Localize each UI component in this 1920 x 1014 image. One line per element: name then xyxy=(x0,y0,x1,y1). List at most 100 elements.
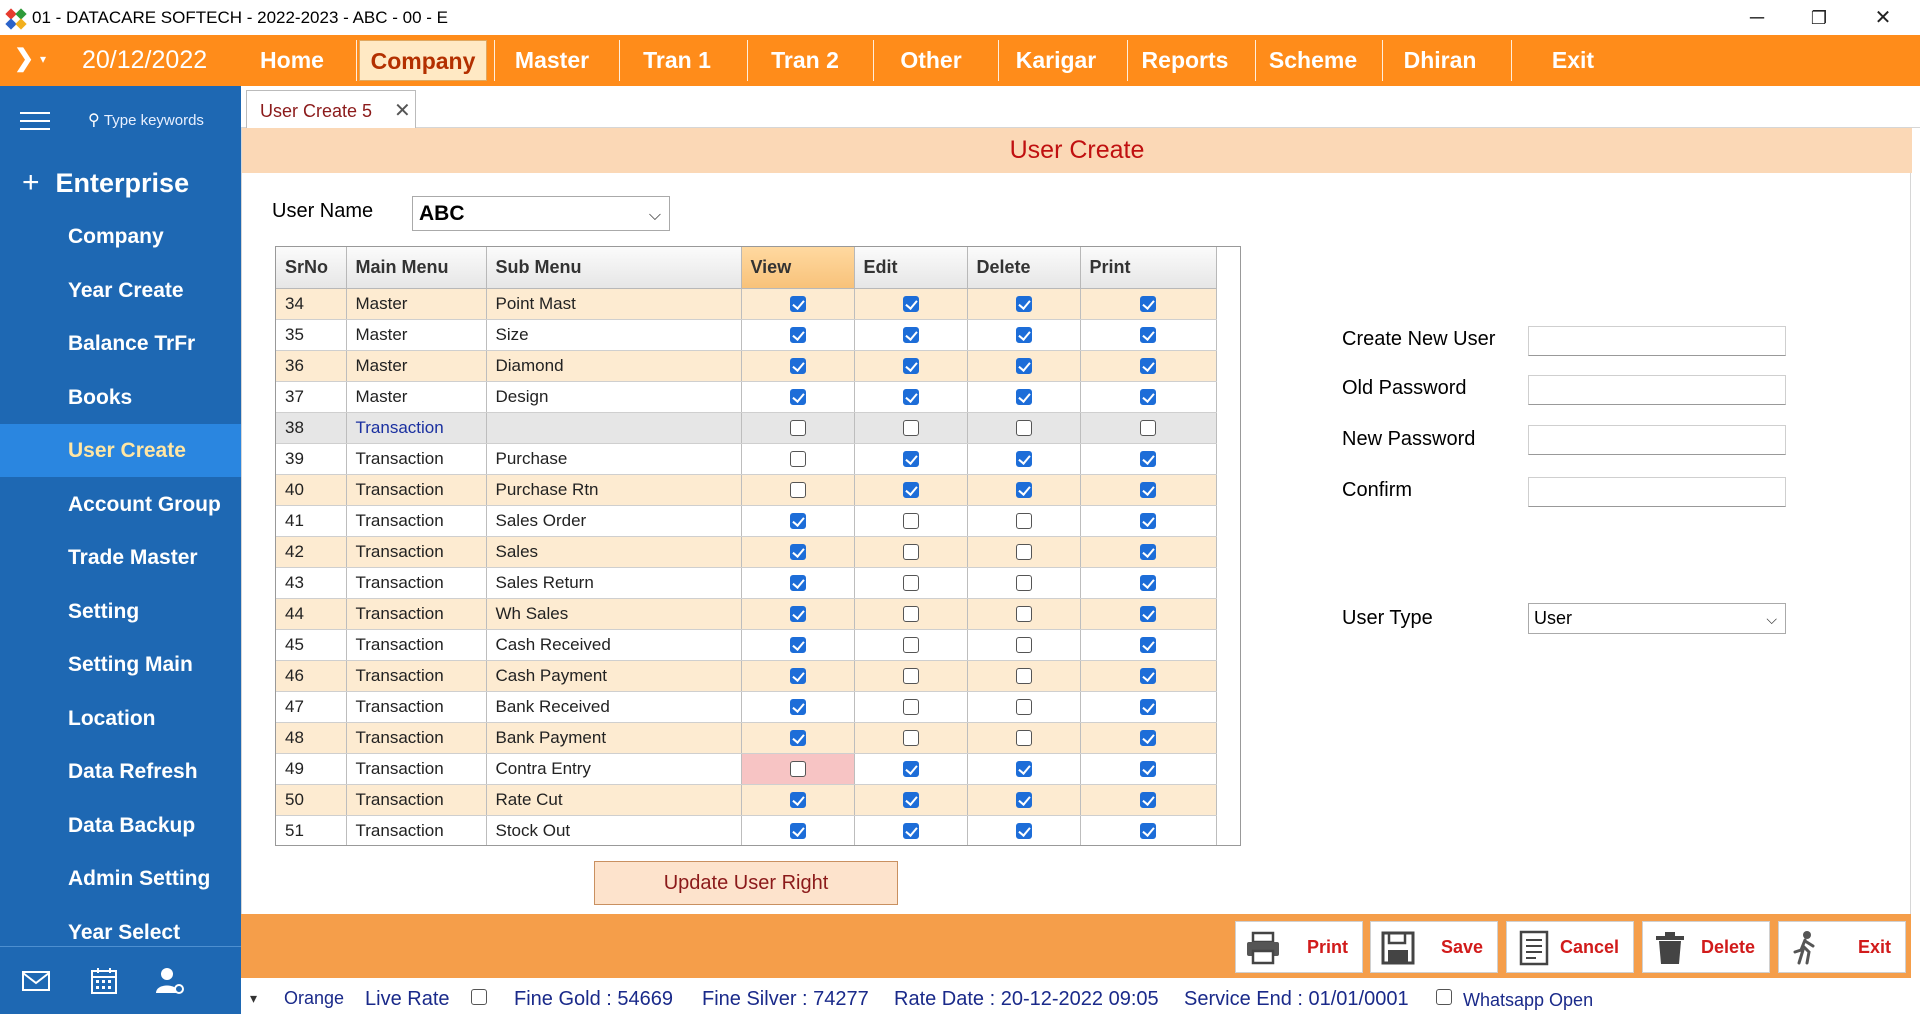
user-name-select[interactable]: ABC ⌵ xyxy=(412,196,670,231)
cell-main[interactable]: Transaction xyxy=(346,412,487,444)
edit-checkbox[interactable] xyxy=(902,575,919,592)
table-row[interactable]: 34 Master Point Mast xyxy=(276,288,1217,320)
print-checkbox[interactable] xyxy=(1140,730,1156,747)
print-checkbox[interactable] xyxy=(1140,575,1156,592)
edit-checkbox[interactable] xyxy=(902,606,919,623)
cell-sub[interactable]: Design xyxy=(486,381,742,413)
edit-checkbox[interactable] xyxy=(902,327,919,344)
menu-item-tran-1[interactable]: Tran 1 xyxy=(622,40,732,81)
sidebar-item-year-create[interactable]: Year Create xyxy=(0,264,241,317)
print-checkbox[interactable] xyxy=(1140,637,1156,654)
view-checkbox[interactable] xyxy=(789,296,806,313)
delete-button[interactable]: Delete xyxy=(1642,921,1770,973)
restore-button[interactable]: ❐ xyxy=(1796,3,1842,33)
table-row[interactable]: 36 Master Diamond xyxy=(276,350,1217,382)
update-user-right-button[interactable]: Update User Right xyxy=(594,861,898,905)
menu-item-dhiran[interactable]: Dhiran xyxy=(1385,40,1495,81)
cell-srno[interactable]: 42 xyxy=(276,536,347,568)
cell-main[interactable]: Master xyxy=(346,350,487,382)
sidebar-section-enterprise[interactable]: + Enterprise xyxy=(22,166,189,200)
view-checkbox[interactable] xyxy=(789,482,806,499)
table-row[interactable]: 40 Transaction Purchase Rtn xyxy=(276,474,1217,506)
table-row[interactable]: 47 Transaction Bank Received xyxy=(276,691,1217,723)
view-checkbox[interactable] xyxy=(789,792,806,809)
cell-main[interactable]: Transaction xyxy=(346,660,487,692)
view-checkbox[interactable] xyxy=(789,451,806,468)
cell-sub[interactable]: Bank Received xyxy=(486,691,742,723)
edit-checkbox[interactable] xyxy=(902,482,919,499)
delete-checkbox[interactable] xyxy=(1015,761,1032,778)
sidebar-item-books[interactable]: Books xyxy=(0,371,241,424)
view-checkbox[interactable] xyxy=(789,575,806,592)
status-arrow-icon[interactable]: ▾ xyxy=(250,990,257,1007)
close-button[interactable]: ✕ xyxy=(1860,3,1906,33)
cell-main[interactable]: Master xyxy=(346,319,487,351)
tab-user-create[interactable]: User Create 5 ✕ xyxy=(246,90,416,128)
delete-checkbox[interactable] xyxy=(1015,730,1032,747)
new-password-input[interactable] xyxy=(1528,425,1786,455)
cell-main[interactable]: Transaction xyxy=(346,505,487,537)
delete-checkbox[interactable] xyxy=(1015,420,1032,437)
cell-srno[interactable]: 37 xyxy=(276,381,347,413)
save-button[interactable]: Save xyxy=(1370,921,1498,973)
column-header-print[interactable]: Print xyxy=(1080,247,1217,289)
table-row[interactable]: 45 Transaction Cash Received xyxy=(276,629,1217,661)
delete-checkbox[interactable] xyxy=(1015,637,1032,654)
print-checkbox[interactable] xyxy=(1140,389,1156,406)
edit-checkbox[interactable] xyxy=(902,823,919,840)
cell-main[interactable]: Transaction xyxy=(346,629,487,661)
old-password-input[interactable] xyxy=(1528,375,1786,405)
cell-sub[interactable]: Sales xyxy=(486,536,742,568)
cell-sub[interactable]: Sales Return xyxy=(486,567,742,599)
menu-item-reports[interactable]: Reports xyxy=(1130,40,1240,81)
view-checkbox[interactable] xyxy=(789,358,806,375)
print-checkbox[interactable] xyxy=(1140,761,1156,778)
chevron-right-icon[interactable]: ❯ xyxy=(14,44,34,73)
sidebar-item-user-create[interactable]: User Create xyxy=(0,424,241,477)
print-checkbox[interactable] xyxy=(1140,544,1156,561)
cell-srno[interactable]: 35 xyxy=(276,319,347,351)
print-checkbox[interactable] xyxy=(1140,668,1156,685)
view-checkbox[interactable] xyxy=(789,668,806,685)
edit-checkbox[interactable] xyxy=(902,699,919,716)
cell-main[interactable]: Transaction xyxy=(346,691,487,723)
cell-sub[interactable]: Stock Out xyxy=(486,815,742,845)
print-checkbox[interactable] xyxy=(1140,699,1156,716)
user-type-select[interactable]: User ⌵ xyxy=(1528,603,1786,634)
cell-srno[interactable]: 50 xyxy=(276,784,347,816)
cell-main[interactable]: Transaction xyxy=(346,536,487,568)
print-checkbox[interactable] xyxy=(1140,513,1156,530)
calendar-icon[interactable] xyxy=(88,965,120,997)
sidebar-item-data-backup[interactable]: Data Backup xyxy=(0,799,241,852)
menu-item-master[interactable]: Master xyxy=(497,40,607,81)
cell-sub[interactable]: Contra Entry xyxy=(486,753,742,785)
delete-checkbox[interactable] xyxy=(1015,575,1032,592)
cell-main[interactable]: Transaction xyxy=(346,598,487,630)
delete-checkbox[interactable] xyxy=(1015,544,1032,561)
view-checkbox[interactable] xyxy=(789,699,806,716)
delete-checkbox[interactable] xyxy=(1015,606,1032,623)
cell-srno[interactable]: 48 xyxy=(276,722,347,754)
search-input[interactable] xyxy=(103,112,234,129)
print-checkbox[interactable] xyxy=(1140,327,1156,344)
menu-item-tran-2[interactable]: Tran 2 xyxy=(750,40,860,81)
edit-checkbox[interactable] xyxy=(902,420,919,437)
cell-sub[interactable]: Rate Cut xyxy=(486,784,742,816)
print-checkbox[interactable] xyxy=(1140,823,1156,840)
cell-main[interactable]: Transaction xyxy=(346,784,487,816)
table-row[interactable]: 41 Transaction Sales Order xyxy=(276,505,1217,537)
cell-srno[interactable]: 43 xyxy=(276,567,347,599)
table-row[interactable]: 37 Master Design xyxy=(276,381,1217,413)
column-header-sub-menu[interactable]: Sub Menu xyxy=(486,247,742,289)
table-row[interactable]: 50 Transaction Rate Cut xyxy=(276,784,1217,816)
cell-srno[interactable]: 51 xyxy=(276,815,347,845)
table-row[interactable]: 48 Transaction Bank Payment xyxy=(276,722,1217,754)
menu-item-karigar[interactable]: Karigar xyxy=(1001,40,1111,81)
menu-item-home[interactable]: Home xyxy=(250,40,334,81)
view-checkbox[interactable] xyxy=(789,730,806,747)
edit-checkbox[interactable] xyxy=(902,296,919,313)
edit-checkbox[interactable] xyxy=(902,761,919,778)
table-row[interactable]: 35 Master Size xyxy=(276,319,1217,351)
table-row[interactable]: 49 Transaction Contra Entry xyxy=(276,753,1217,785)
cell-srno[interactable]: 39 xyxy=(276,443,347,475)
